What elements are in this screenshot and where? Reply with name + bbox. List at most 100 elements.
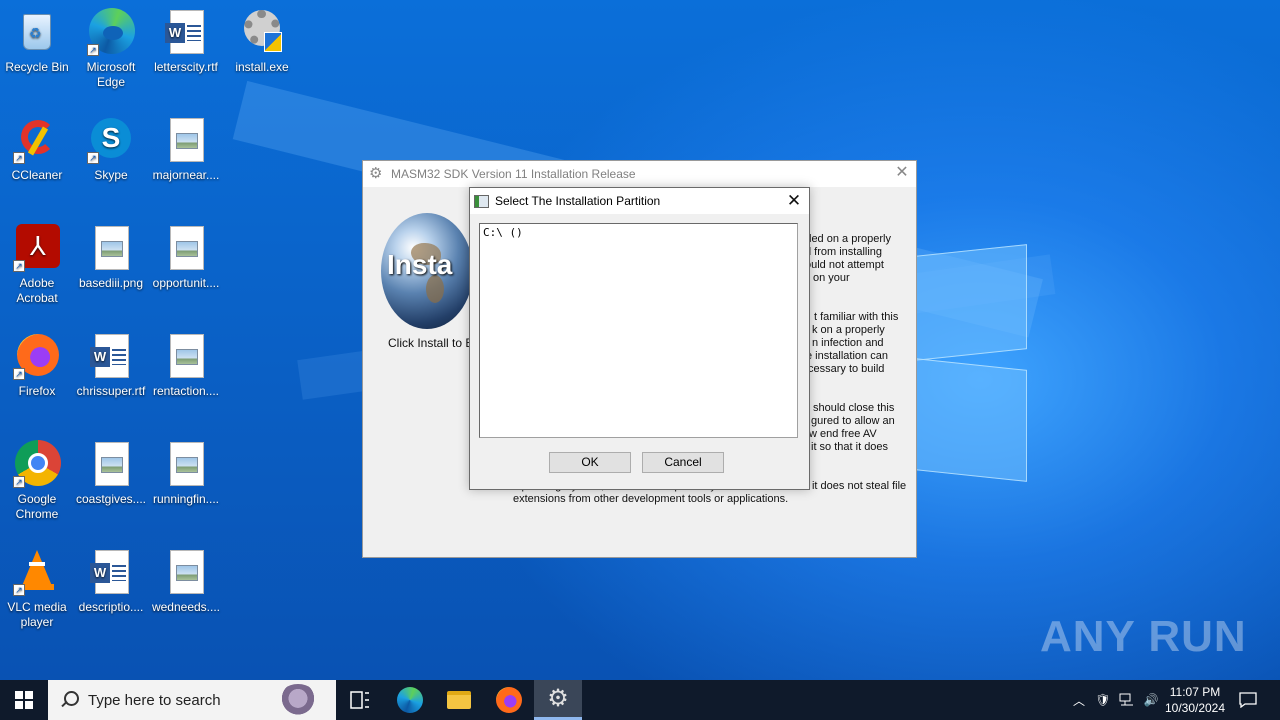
desktop-icon-file[interactable]: W chrissuper.rtf: [74, 332, 148, 399]
show-hidden-icons-button[interactable]: ︿: [1068, 680, 1090, 720]
chrome-icon: ↗: [13, 440, 61, 488]
desktop-icon-label: majornear....: [152, 168, 220, 182]
select-partition-dialog[interactable]: Select The Installation Partition ✕ C:\ …: [469, 187, 810, 490]
desktop-icon-label: install.exe: [235, 60, 289, 74]
desktop-icon-file[interactable]: majornear....: [149, 116, 223, 183]
desktop-icon-label: opportunit....: [152, 276, 220, 290]
tray-defender-icon[interactable]: 🛡: [1092, 680, 1114, 720]
search-placeholder: Type here to search: [88, 691, 221, 709]
desktop-icon-file[interactable]: wedneeds....: [149, 548, 223, 615]
installer-gear-icon: [238, 8, 286, 56]
edge-icon: [397, 687, 423, 713]
notification-icon: [1239, 692, 1257, 708]
cancel-button[interactable]: Cancel: [642, 452, 724, 473]
desktop-icon-install-exe[interactable]: install.exe: [225, 8, 299, 75]
firefox-icon: ↗: [13, 332, 61, 380]
desktop-icon-label: Skype: [94, 168, 128, 182]
desktop-icon-firefox[interactable]: ↗ Firefox: [0, 332, 74, 399]
skype-icon: S ↗: [87, 116, 135, 164]
desktop-icon-file[interactable]: coastgives....: [74, 440, 148, 507]
description-paragraph: should close this gured to allow an w en…: [809, 402, 895, 453]
shortcut-arrow-icon: ↗: [13, 368, 25, 380]
dialog-titlebar[interactable]: Select The Installation Partition: [470, 188, 809, 214]
desktop-icon-adobe-acrobat[interactable]: ⅄ ↗ Adobe Acrobat: [0, 224, 74, 306]
wallpaper-logo: [915, 358, 1027, 482]
firefox-icon: [496, 687, 522, 713]
clock-date: 10/30/2024: [1164, 701, 1226, 715]
shortcut-arrow-icon: ↗: [13, 476, 25, 488]
word-document-icon: W: [87, 548, 135, 596]
recycle-bin-icon: ♻: [13, 8, 61, 56]
desktop-icon-vlc[interactable]: ↗ VLC media player: [0, 548, 74, 630]
desktop-icon-file[interactable]: W letterscity.rtf: [149, 8, 223, 75]
search-icon: [60, 691, 79, 709]
shortcut-arrow-icon: ↗: [13, 584, 25, 596]
desktop-icon-label: runningfin....: [152, 492, 220, 506]
windows-logo-icon: [15, 691, 33, 709]
image-file-icon: [162, 332, 210, 380]
desktop-icon-label: Firefox: [18, 384, 56, 398]
dialog-title: Select The Installation Partition: [495, 194, 661, 208]
desktop-icon-label: VLC media player: [7, 600, 67, 629]
window-app-icon: [474, 194, 489, 208]
desktop-icon-label: Google Chrome: [15, 492, 59, 521]
close-icon[interactable]: ✕: [894, 165, 910, 181]
desktop-icon-ccleaner[interactable]: ↗ CCleaner: [0, 116, 74, 183]
partition-list-item[interactable]: C:\ (): [483, 226, 794, 239]
ok-button[interactable]: OK: [549, 452, 631, 473]
desktop-icon-file[interactable]: W descriptio....: [74, 548, 148, 615]
task-view-button[interactable]: [336, 680, 384, 720]
desktop-icon-file[interactable]: runningfin....: [149, 440, 223, 507]
image-file-icon: [162, 116, 210, 164]
clock-time: 11:07 PM: [1169, 685, 1221, 699]
image-file-icon: [162, 224, 210, 272]
desktop-icon-recycle-bin[interactable]: ♻ Recycle Bin: [0, 8, 74, 75]
shortcut-arrow-icon: ↗: [13, 260, 25, 272]
desktop-icon-label: Microsoft Edge: [86, 60, 136, 89]
shortcut-arrow-icon: ↗: [87, 152, 99, 164]
anyrun-watermark: ANY RUN: [1040, 612, 1247, 661]
shortcut-arrow-icon: ↗: [13, 152, 25, 164]
image-file-icon: [162, 548, 210, 596]
desktop-icon-google-chrome[interactable]: ↗ Google Chrome: [0, 440, 74, 522]
taskbar-edge-button[interactable]: [386, 680, 434, 720]
ccleaner-icon: ↗: [13, 116, 61, 164]
taskbar-clock[interactable]: 11:07 PM 10/30/2024: [1160, 680, 1230, 720]
vlc-icon: ↗: [13, 548, 61, 596]
window-title: MASM32 SDK Version 11 Installation Relea…: [391, 167, 636, 181]
wallpaper-logo: [915, 244, 1027, 361]
taskbar-search-box[interactable]: Type here to search: [48, 680, 336, 720]
desktop-icon-file[interactable]: basediii.png: [74, 224, 148, 291]
search-highlight-icon: [278, 684, 318, 716]
desktop-icon-label: chrissuper.rtf: [76, 384, 146, 398]
desktop-icon-label: rentaction....: [152, 384, 220, 398]
partition-listbox[interactable]: C:\ (): [479, 223, 798, 438]
desktop-icon-label: wedneeds....: [151, 600, 221, 614]
desktop-icon-label: letterscity.rtf: [154, 60, 218, 74]
desktop-icon-label: CCleaner: [11, 168, 63, 182]
window-titlebar[interactable]: ⚙ MASM32 SDK Version 11 Installation Rel…: [363, 161, 916, 187]
word-document-icon: W: [162, 8, 210, 56]
taskbar-firefox-button[interactable]: [485, 680, 533, 720]
taskbar-file-explorer-button[interactable]: [435, 680, 483, 720]
desktop-icon-file[interactable]: opportunit....: [149, 224, 223, 291]
tray-network-icon[interactable]: [1116, 680, 1138, 720]
desktop-icon-microsoft-edge[interactable]: ↗ Microsoft Edge: [74, 8, 148, 90]
start-button[interactable]: [0, 680, 48, 720]
network-icon: [1119, 693, 1133, 706]
acrobat-icon: ⅄ ↗: [13, 224, 61, 272]
action-center-button[interactable]: [1234, 680, 1262, 720]
tray-volume-icon[interactable]: 🔊: [1140, 680, 1162, 720]
folder-icon: [447, 691, 471, 709]
desktop-icon-label: basediii.png: [78, 276, 144, 290]
taskbar-installer-button[interactable]: ⚙: [534, 680, 582, 720]
shield-icon: 🛡: [1095, 693, 1111, 707]
description-paragraph: t familiar with this k on a properly n i…: [806, 311, 899, 375]
install-instruction: Click Install to Be: [388, 336, 481, 350]
globe-text: Insta: [387, 249, 453, 280]
close-icon[interactable]: ✕: [785, 192, 803, 210]
desktop-icon-file[interactable]: rentaction....: [149, 332, 223, 399]
desktop-icon-skype[interactable]: S ↗ Skype: [74, 116, 148, 183]
image-file-icon: [162, 440, 210, 488]
speaker-icon: 🔊: [1143, 693, 1159, 707]
